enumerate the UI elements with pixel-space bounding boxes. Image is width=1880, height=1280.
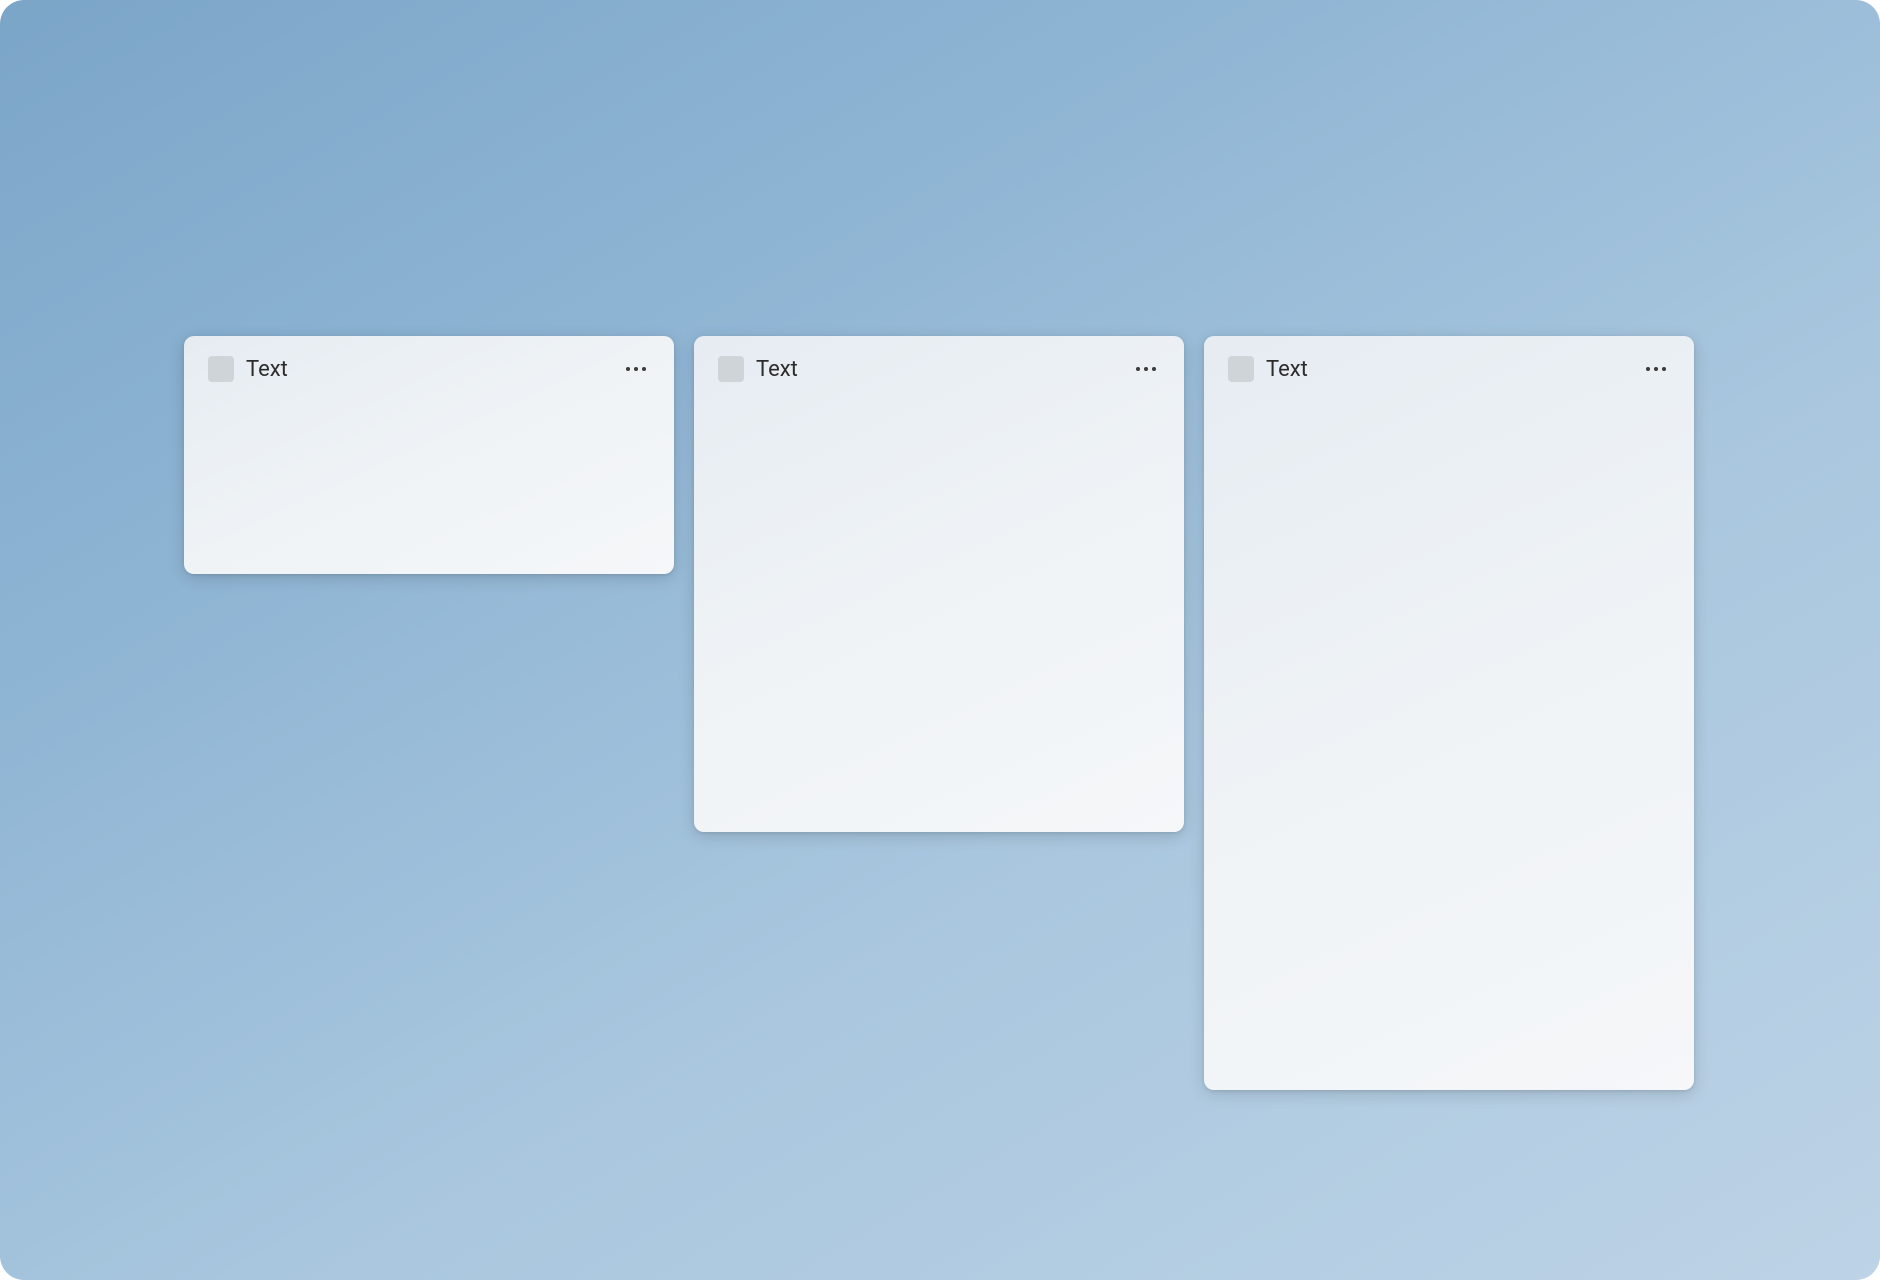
card-header: Text [208,356,650,382]
more-icon [626,367,630,371]
card-title: Text [756,357,798,382]
card-header: Text [718,356,1160,382]
canvas: Text Text Text [0,0,1880,1280]
more-icon [1662,367,1666,371]
more-icon [1152,367,1156,371]
card-header-left: Text [1228,356,1308,382]
card-small[interactable]: Text [184,336,674,574]
card-header-left: Text [718,356,798,382]
card-header-left: Text [208,356,288,382]
card-menu-button[interactable] [622,363,650,375]
more-icon [1144,367,1148,371]
card-large[interactable]: Text [1204,336,1694,1090]
placeholder-icon [1228,356,1254,382]
more-icon [1654,367,1658,371]
card-title: Text [246,357,288,382]
card-menu-button[interactable] [1132,363,1160,375]
card-medium[interactable]: Text [694,336,1184,832]
placeholder-icon [208,356,234,382]
more-icon [1136,367,1140,371]
more-icon [642,367,646,371]
card-header: Text [1228,356,1670,382]
more-icon [634,367,638,371]
placeholder-icon [718,356,744,382]
card-menu-button[interactable] [1642,363,1670,375]
card-title: Text [1266,357,1308,382]
more-icon [1646,367,1650,371]
